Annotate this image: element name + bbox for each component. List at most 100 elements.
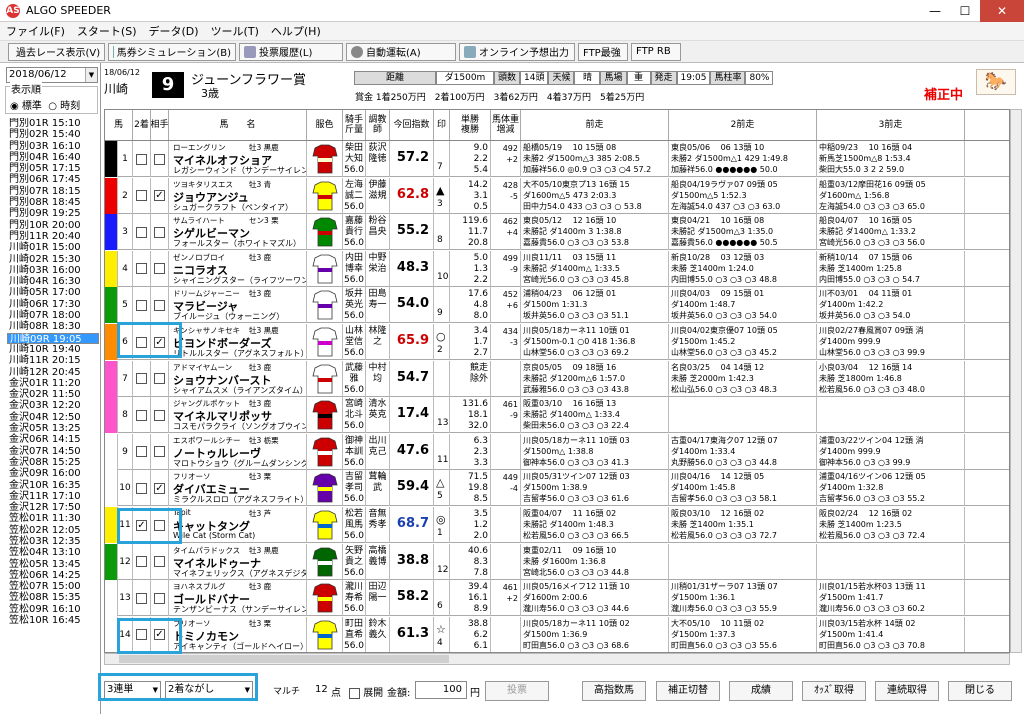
partner-checkbox[interactable] (151, 214, 169, 251)
second-place-checkbox[interactable] (133, 214, 151, 251)
second-place-checkbox[interactable] (133, 543, 151, 580)
race-list-item[interactable]: 門別04R 16:40 (7, 152, 99, 163)
horse-row[interactable]: 2 ✓ ツヨキタリスエス 牡3 青ジョウアンジュ シュガークラフト（ペンタイア） 左海 誠… (105, 177, 1009, 214)
menu-help[interactable]: ヘルプ(H) (265, 23, 327, 39)
race-list-item[interactable]: 笠松02R 12:05 (7, 525, 99, 536)
second-place-checkbox[interactable] (133, 287, 151, 324)
second-place-checkbox[interactable] (133, 177, 151, 214)
race-list-item[interactable]: 門別07R 18:15 (7, 186, 99, 197)
horse-name-cell[interactable]: ヨハネスブルグ牡3 鹿ゴールドバナーテンザンビーナス（サンデーサイレンス） (169, 580, 307, 617)
partner-checkbox[interactable]: ✓ (151, 177, 169, 214)
mark-cell[interactable] (434, 360, 450, 397)
ftp-best-button[interactable]: FTP最強 (578, 42, 628, 61)
race-list-item[interactable]: 門別05R 17:15 (7, 163, 99, 174)
close-icon[interactable]: ✕ (980, 0, 1024, 22)
horse-name-cell[interactable]: ゼンノロブロイ 牡3 鹿ニコラオス シャイニングスター（ライフツーワン） (169, 250, 307, 287)
horse-row[interactable]: 7 アドマイヤムーン 牡3 鹿ショウナンバースト シャイアムスメ（ライアンズタイム） 武… (105, 360, 1009, 397)
horse-row[interactable]: 11 ✓ Tapit 牡3 芦キャットタング Wile Cat (Storm Cat) 松… (105, 507, 1009, 543)
partner-checkbox[interactable] (151, 250, 169, 287)
horse-name-cell[interactable]: サムライハート セン3 栗シゲルビーマン フォールスター（ホワイトマズル） (169, 214, 307, 251)
partner-checkbox[interactable] (151, 433, 169, 470)
mark-cell[interactable]: ○ 2 (434, 324, 450, 360)
mark-cell[interactable]: ☆ 4 (434, 616, 450, 652)
horse-row[interactable]: 10 ✓ フリオーソ 牡3 栗ダイバエミュー ミラクルスロロ（アグネスフライト） 吉留 孝… (105, 470, 1009, 507)
menu-file[interactable]: ファイル(F) (0, 23, 71, 39)
partner-checkbox[interactable] (151, 360, 169, 397)
mark-cell[interactable]: ▲ 3 (434, 177, 450, 214)
vertical-scrollbar[interactable] (1010, 109, 1022, 653)
horse-row[interactable]: 9 エスポワールシチー 牡3 栃栗 ノートゥルレーヴ マロトウショウ（グルームダンシング… (105, 433, 1009, 470)
race-list-item[interactable]: 門別03R 16:10 (7, 141, 99, 152)
high-index-button[interactable]: 高指数馬 (582, 681, 646, 701)
horse-row[interactable]: 5 ドリームジャーニー 牡3 鹿マラビージャ ブイルージュ（ウォーニング） 坂井 英光 … (105, 287, 1009, 324)
race-list-item[interactable]: 笠松03R 12:35 (7, 536, 99, 547)
mark-cell[interactable]: 9 (434, 287, 450, 324)
race-list-item[interactable]: 川崎07R 18:00 (7, 310, 99, 321)
horse-row[interactable]: 12 タイムパラドックス 牡3 黒鹿 マイネルドゥーナ マイネフェリックス（アグネスデジ… (105, 543, 1009, 580)
mark-cell[interactable]: 6 (434, 580, 450, 617)
mark-cell[interactable]: 11 (434, 433, 450, 470)
horse-row[interactable]: 1 ローエングリン牡3 黒鹿マイネルオフショアレガシーウィンド（サンデーサイレンス… (105, 141, 1009, 177)
results-button[interactable]: 成績 (729, 681, 793, 701)
vote-button[interactable]: 投票 (485, 681, 549, 701)
race-list-item[interactable]: 川崎01R 15:00 (7, 242, 99, 253)
race-list-item[interactable]: 川崎02R 15:30 (7, 254, 99, 265)
horse-row[interactable]: 6 ✓ キンシャサノキセキ 牡3 黒鹿 ビヨンドボーダーズ リトルルスター（アグネスフォル… (105, 324, 1009, 360)
horse-name-cell[interactable]: エスポワールシチー 牡3 栃栗 ノートゥルレーヴ マロトウショウ（グルームダンシング） (169, 433, 307, 470)
race-list-item[interactable]: 門別08R 18:45 (7, 197, 99, 208)
race-list-item[interactable]: 笠松04R 13:10 (7, 547, 99, 558)
race-list-item[interactable]: 川崎11R 20:15 (7, 355, 99, 366)
race-list-item[interactable]: 金沢02R 11:50 (7, 389, 99, 400)
online-export-button[interactable]: オンライン予想出力 (459, 42, 575, 61)
horse-row[interactable]: 8 ジャングルポケット牡3 鹿マイネルマリポッサコスモパラクライ（ソングオブウイン… (105, 397, 1009, 434)
race-list-item[interactable]: 金沢05R 13:25 (7, 423, 99, 434)
second-place-checkbox[interactable] (133, 397, 151, 434)
race-list-item[interactable]: 金沢10R 16:35 (7, 480, 99, 491)
horizontal-scrollbar[interactable] (104, 653, 1010, 665)
race-list-item[interactable]: 金沢08R 15:25 (7, 457, 99, 468)
menu-start[interactable]: スタート(S) (71, 23, 143, 39)
horse-name-cell[interactable]: キンシャサノキセキ 牡3 黒鹿 ビヨンドボーダーズ リトルルスター（アグネスフォルト） (169, 324, 307, 360)
race-list-item[interactable]: 門別06R 17:45 (7, 174, 99, 185)
scroll-thumb[interactable] (119, 655, 449, 663)
horse-row[interactable]: 4 ゼンノロブロイ 牡3 鹿ニコラオス シャイニングスター（ライフツーワン） 内田 博幸… (105, 250, 1009, 287)
race-list-item[interactable]: 門別09R 19:25 (7, 208, 99, 219)
horse-name-cell[interactable]: アドマイヤムーン 牡3 鹿ショウナンバースト シャイアムスメ（ライアンズタイム） (169, 360, 307, 397)
radio-time[interactable]: ○ 時刻 (48, 101, 80, 112)
race-list-item[interactable]: 金沢09R 16:00 (7, 468, 99, 479)
race-list-item[interactable]: 川崎09R 19:05 (7, 332, 99, 345)
partner-checkbox[interactable] (151, 141, 169, 177)
past-race-button[interactable]: 過去レース表示(V) (8, 42, 105, 61)
mark-cell[interactable]: ◎ 1 (434, 507, 450, 543)
partner-checkbox[interactable] (151, 543, 169, 580)
race-list-item[interactable]: 笠松08R 15:35 (7, 592, 99, 603)
race-list-item[interactable]: 金沢12R 17:50 (7, 502, 99, 513)
race-list-item[interactable]: 金沢11R 17:10 (7, 491, 99, 502)
horse-name-cell[interactable]: ローエングリン牡3 黒鹿マイネルオフショアレガシーウィンド（サンデーサイレンス） (169, 141, 307, 177)
race-list-item[interactable]: 金沢01R 11:20 (7, 378, 99, 389)
partner-checkbox[interactable] (151, 287, 169, 324)
simulation-button[interactable]: 馬券シミュレーション(B) (108, 42, 236, 61)
race-list-item[interactable]: 笠松01R 11:30 (7, 513, 99, 524)
horse-name-cell[interactable]: Tapit 牡3 芦キャットタング Wile Cat (Storm Cat) (169, 507, 307, 543)
second-place-checkbox[interactable] (133, 470, 151, 507)
correction-toggle-button[interactable]: 補正切替 (656, 681, 720, 701)
amount-input[interactable]: 100 (415, 681, 467, 699)
horse-row[interactable]: 3 サムライハート セン3 栗シゲルビーマン フォールスター（ホワイトマズル） 嘉藤 貴… (105, 214, 1009, 251)
minimize-icon[interactable]: — (920, 0, 950, 22)
horse-name-cell[interactable]: ドリームジャーニー 牡3 鹿マラビージャ ブイルージュ（ウォーニング） (169, 287, 307, 324)
second-place-checkbox[interactable] (133, 433, 151, 470)
horse-name-cell[interactable]: ジャングルポケット牡3 鹿マイネルマリポッサコスモパラクライ（ソングオブウインド… (169, 397, 307, 434)
menu-data[interactable]: データ(D) (143, 23, 205, 39)
horse-row[interactable]: 13 ヨハネスブルグ牡3 鹿ゴールドバナーテンザンビーナス（サンデーサイレンス） 瀧… (105, 580, 1009, 617)
mark-cell[interactable]: △ 5 (434, 470, 450, 507)
horse-name-cell[interactable]: ツヨキタリスエス 牡3 青ジョウアンジュ シュガークラフト（ペンタイア） (169, 177, 307, 214)
horse-name-cell[interactable]: フリオーソ 牡3 栗トミノカモン アイキャンティ（ゴールドヘイロー） (169, 616, 307, 652)
continuous-fetch-button[interactable]: 連続取得 (875, 681, 939, 701)
mark-cell[interactable]: 10 (434, 250, 450, 287)
race-list-item[interactable]: 笠松10R 16:45 (7, 615, 99, 626)
race-list-item[interactable]: 金沢03R 12:20 (7, 400, 99, 411)
partner-checkbox[interactable] (151, 397, 169, 434)
second-place-checkbox[interactable] (133, 250, 151, 287)
vote-history-button[interactable]: 投票履歴(L) (239, 42, 343, 61)
